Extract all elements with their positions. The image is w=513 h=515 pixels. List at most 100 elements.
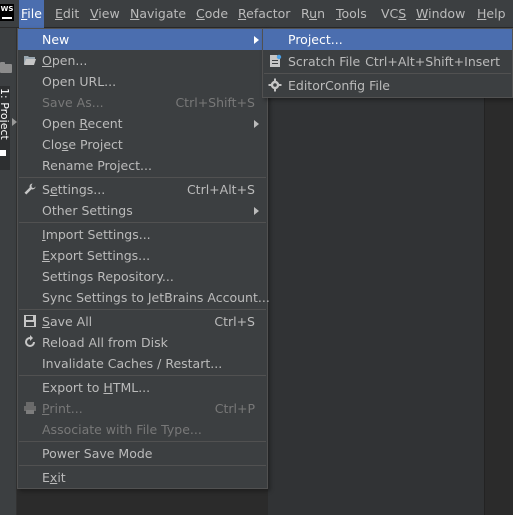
file-menu-item-label: Other Settings	[42, 203, 133, 218]
file-menu-item-label: Export to HTML...	[42, 380, 151, 395]
file-menu-item-label: Print...	[42, 401, 83, 416]
file-menu-item-export-settings[interactable]: Export Settings...	[18, 245, 267, 266]
file-menu-item-label: Open Recent	[42, 116, 123, 131]
new-submenu-item-project[interactable]: Project...	[263, 29, 512, 50]
scratch-file-icon	[268, 54, 282, 68]
menu-view[interactable]: View	[88, 0, 122, 28]
menu-mnemonic: E	[55, 6, 63, 21]
menu-help[interactable]: Help	[475, 0, 508, 28]
menu-file[interactable]: File	[19, 0, 44, 28]
new-submenu-item-label: Project...	[288, 32, 343, 47]
menu-label-part: VC	[381, 6, 399, 21]
menu-mnemonic: H	[477, 6, 487, 21]
menu-mnemonic: C	[196, 6, 205, 21]
menu-label-part: indow	[428, 6, 466, 21]
submenu-arrow-icon	[254, 120, 259, 128]
file-menu-item-print: Print... Ctrl+P	[18, 398, 267, 419]
file-menu-item-save-all[interactable]: Save All Ctrl+S	[18, 311, 267, 332]
menu-window[interactable]: Window	[414, 0, 467, 28]
file-menu-item-shortcut: Ctrl+P	[214, 401, 255, 416]
file-menu-item-label: Rename Project...	[42, 158, 152, 173]
file-menu-item-label: Import Settings...	[42, 227, 151, 242]
menu-label-part: elp	[486, 6, 506, 21]
menu-label-part: dit	[62, 6, 80, 21]
project-tool-tab-label: 1: Project	[0, 88, 10, 140]
file-menu-item-label: Associate with File Type...	[42, 422, 202, 437]
file-menu-item-label: Settings...	[42, 182, 106, 197]
file-menu-item-shortcut: Ctrl+Shift+S	[175, 95, 255, 110]
mnemonic-letter: S	[42, 314, 50, 329]
menu-mnemonic: u	[309, 6, 318, 21]
file-menu-item-label: Export Settings...	[42, 248, 151, 263]
file-menu-item-open[interactable]: Open...	[18, 50, 267, 71]
project-tool-tab[interactable]: 1: Project	[0, 86, 10, 170]
file-menu-item-close-project[interactable]: Close Project	[18, 134, 267, 155]
file-menu-item-export-html[interactable]: Export to HTML...	[18, 377, 267, 398]
menu-label-part: R	[301, 6, 310, 21]
menu-run[interactable]: Run	[299, 0, 327, 28]
file-menu-item-other-settings[interactable]: Other Settings	[18, 200, 267, 221]
new-submenu: Project... Scratch File Ctrl+Alt+Shift+Ins…	[262, 28, 513, 98]
file-menu-item-label: Reload All from Disk	[42, 335, 168, 350]
menu-mnemonic: S	[398, 6, 407, 21]
menu-label-part: ile	[27, 6, 42, 21]
wrench-icon	[23, 182, 37, 196]
file-menu-item-rename-project[interactable]: Rename Project...	[18, 155, 267, 176]
menu-separator	[19, 441, 266, 442]
menu-label-part: ools	[341, 6, 367, 21]
editor-area	[268, 96, 484, 515]
file-menu-item-settings-repository[interactable]: Settings Repository...	[18, 266, 267, 287]
new-submenu-item-scratch-file[interactable]: Scratch File Ctrl+Alt+Shift+Insert	[263, 51, 512, 72]
menu-mnemonic: W	[416, 6, 429, 21]
menu-separator	[19, 309, 266, 310]
gear-icon	[268, 78, 282, 92]
menu-navigate[interactable]: Navigate	[128, 0, 188, 28]
app-logo-icon: WS	[0, 4, 14, 21]
file-menu-item-label: Power Save Mode	[42, 446, 153, 461]
menu-separator	[19, 177, 266, 178]
menu-mnemonic: R	[238, 6, 247, 21]
reload-icon	[23, 335, 37, 349]
file-menu-item-settings[interactable]: Settings... Ctrl+Alt+S	[18, 179, 267, 200]
file-menu-item-label: Invalidate Caches / Restart...	[42, 356, 223, 371]
new-submenu-item-label: EditorConfig File	[288, 78, 390, 93]
folder-open-icon	[23, 53, 37, 67]
new-submenu-item-editorconfig-file[interactable]: EditorConfig File	[263, 75, 512, 96]
file-menu-item-sync-settings[interactable]: Sync Settings to JetBrains Account...	[18, 287, 270, 308]
mnemonic-letter: x	[49, 470, 58, 485]
file-menu-item-shortcut: Ctrl+Alt+S	[186, 182, 255, 197]
file-menu-item-reload-all[interactable]: Reload All from Disk	[18, 332, 267, 353]
mnemonic-letter: H	[103, 380, 113, 395]
file-menu-item-open-url[interactable]: Open URL...	[18, 71, 267, 92]
file-menu-item-label: Sync Settings to JetBrains Account...	[42, 290, 270, 305]
file-menu-item-exit[interactable]: Exit	[18, 467, 267, 488]
menu-label-part: n	[317, 6, 325, 21]
printer-icon	[23, 401, 37, 415]
file-menu-item-label: Open URL...	[42, 74, 117, 89]
submenu-arrow-icon	[254, 207, 259, 215]
file-menu-item-import-settings[interactable]: Import Settings...	[18, 224, 267, 245]
menu-code[interactable]: Code	[194, 0, 230, 28]
menu-refactor[interactable]: Refactor	[236, 0, 292, 28]
menu-label-part: ode	[204, 6, 229, 21]
mnemonic-letter: E	[42, 248, 50, 263]
menu-edit[interactable]: Edit	[53, 0, 81, 28]
file-menu-item-label: Save As...	[42, 95, 104, 110]
new-submenu-item-shortcut: Ctrl+Alt+Shift+Insert	[365, 54, 500, 69]
file-menu-item-new[interactable]: New	[18, 29, 267, 50]
menu-label-part: avigate	[139, 6, 187, 21]
file-menu-item-invalidate-caches[interactable]: Invalidate Caches / Restart...	[18, 353, 267, 374]
menu-tools[interactable]: Tools	[334, 0, 369, 28]
folder-icon	[0, 62, 12, 73]
file-menu-item-label: New	[42, 32, 70, 47]
menu-mnemonic: N	[130, 6, 140, 21]
file-menu-item-open-recent[interactable]: Open Recent	[18, 113, 267, 134]
mnemonic-letter: I	[42, 227, 46, 242]
mnemonic-letter: R	[79, 116, 88, 131]
mnemonic-letter: O	[42, 53, 52, 68]
file-menu-item-label: Exit	[42, 470, 66, 485]
file-menu-item-power-save-mode[interactable]: Power Save Mode	[18, 443, 267, 464]
mnemonic-letter: P	[42, 401, 50, 416]
menu-vcs[interactable]: VCS	[379, 0, 408, 28]
menu-separator	[264, 73, 511, 74]
